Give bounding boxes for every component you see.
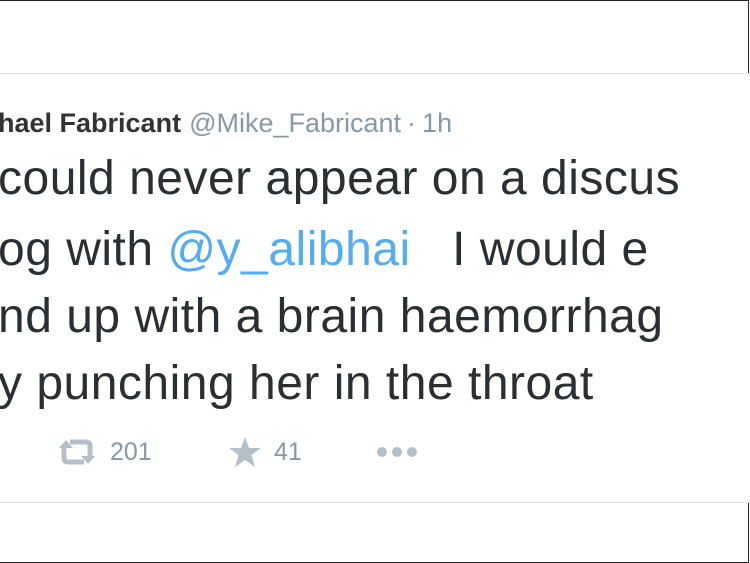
star-icon <box>228 436 262 468</box>
retweet-icon <box>56 438 98 466</box>
tweet-text-line-4: y punching her in the throat <box>0 357 594 410</box>
meta-separator: · <box>407 108 417 138</box>
screenshot-frame: hael Fabricant @Mike_Fabricant · 1h could n… <box>0 0 750 563</box>
retweet-count: 201 <box>110 437 152 466</box>
mention-link[interactable]: @y_alibhai <box>167 223 410 276</box>
tweet-text-line-3: nd up with a brain haemorrhag <box>0 290 664 343</box>
more-icon <box>376 446 418 458</box>
retweet-button[interactable]: 201 <box>56 432 152 472</box>
author-handle[interactable]: @Mike_Fabricant <box>189 108 401 138</box>
tweet-actions: 201 41 <box>0 432 750 472</box>
favorite-count: 41 <box>274 437 302 466</box>
tweet-header: hael Fabricant @Mike_Fabricant · 1h <box>0 107 452 139</box>
tweet-timestamp[interactable]: 1h <box>422 108 452 138</box>
tweet-text-line-1: could never appear on a discus <box>0 152 681 205</box>
tweet-text-segment: I would e <box>410 223 649 276</box>
author-name[interactable]: hael Fabricant <box>0 108 181 138</box>
tweet-text-line-2: og with @y_alibhai I would e <box>0 223 649 277</box>
tweet-card: hael Fabricant @Mike_Fabricant · 1h could n… <box>0 73 750 503</box>
more-button[interactable] <box>376 432 418 472</box>
tweet-text-segment: og with <box>0 223 168 276</box>
favorite-button[interactable]: 41 <box>228 432 302 472</box>
